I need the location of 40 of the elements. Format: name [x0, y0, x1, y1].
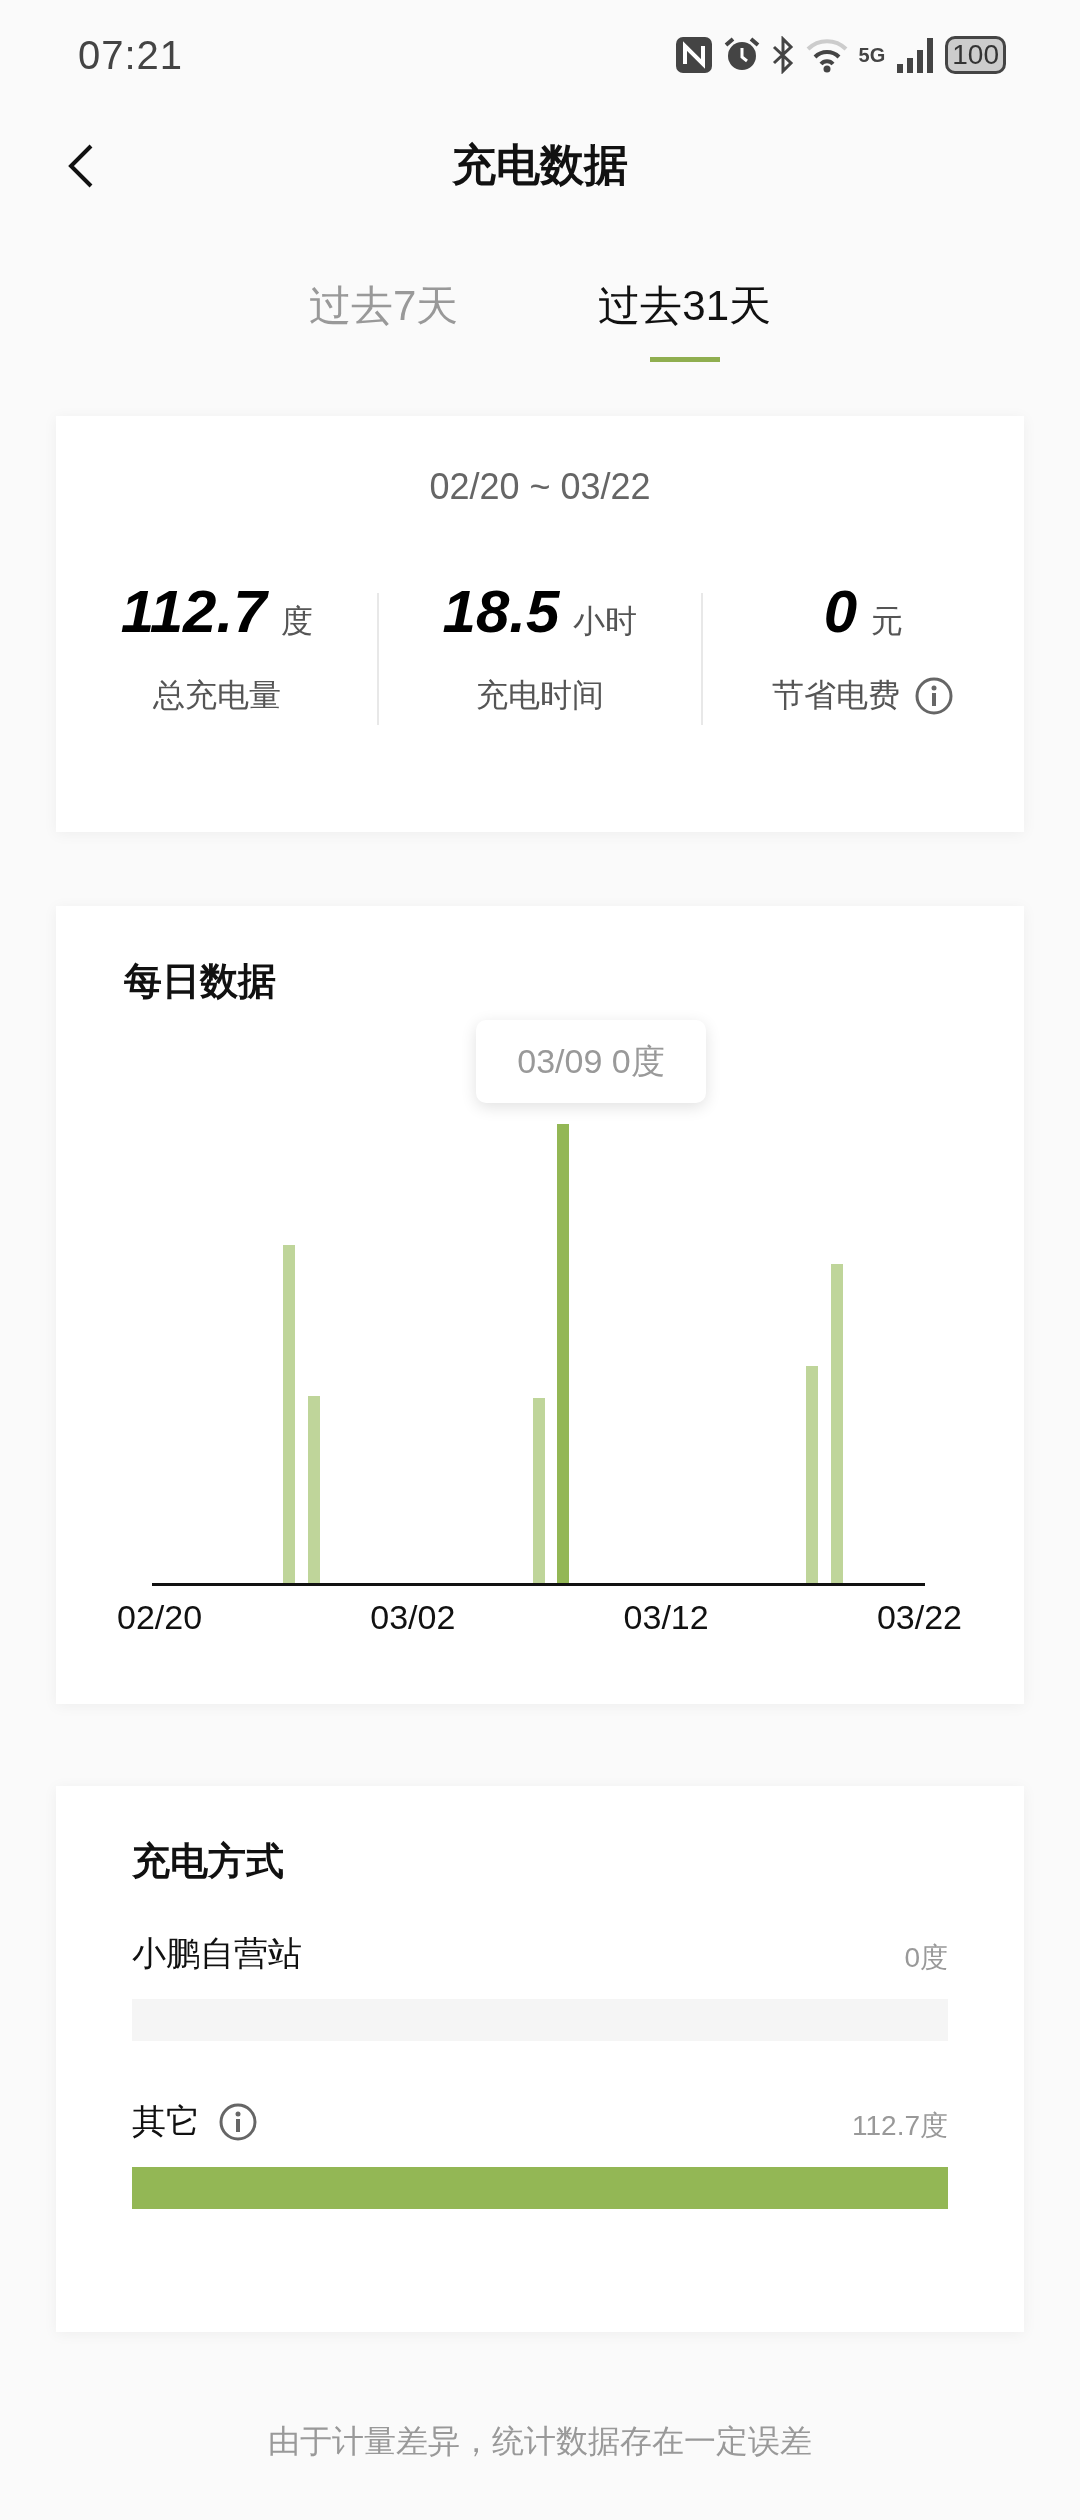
- stat-value: 18.5: [442, 577, 560, 646]
- info-icon[interactable]: [914, 676, 955, 716]
- chart-bar[interactable]: [283, 1245, 295, 1584]
- chart-bar[interactable]: [557, 1124, 569, 1584]
- stat-label: 节省电费: [772, 676, 901, 715]
- axis-label: 03/22: [876, 1598, 962, 1637]
- page-title: 充电数据: [452, 138, 628, 191]
- stat-unit: 元: [871, 602, 903, 641]
- nfc-icon: [674, 36, 713, 74]
- info-icon[interactable]: [218, 2102, 258, 2142]
- date-range: 02/20 ~ 03/22: [429, 466, 651, 508]
- back-icon[interactable]: [66, 143, 94, 189]
- battery-level: 100: [945, 36, 1006, 74]
- wifi-icon: [804, 36, 849, 74]
- chart-bar[interactable]: [831, 1264, 843, 1584]
- signal-icon: [895, 36, 936, 74]
- network-type: 5G: [858, 43, 886, 67]
- axis-label: 02/20: [117, 1598, 203, 1637]
- chart-tooltip: 03/09 0度: [476, 1020, 706, 1103]
- period-tab[interactable]: 过去31天: [598, 274, 772, 388]
- method-reading: 0度: [904, 1941, 948, 1975]
- stat-label: 充电时间: [476, 676, 604, 715]
- method-name: 小鹏自营站: [132, 1933, 302, 1974]
- card-title: 每日数据: [124, 959, 277, 1004]
- stat-value: 0: [823, 577, 857, 646]
- stat-label: 总充电量: [152, 676, 281, 715]
- card-title: 充电方式: [132, 1839, 285, 1884]
- stat-unit: 小时: [573, 602, 638, 641]
- footer-note: 由于计量差异，统计数据存在一定误差: [267, 2422, 813, 2461]
- stat-unit: 度: [280, 602, 313, 641]
- status-time: 07:21: [78, 32, 184, 78]
- axis-label: 03/02: [370, 1598, 456, 1637]
- chart-bar[interactable]: [806, 1366, 818, 1584]
- chart-bar[interactable]: [308, 1396, 320, 1584]
- axis-label: 03/12: [623, 1598, 709, 1637]
- method-reading: 112.7度: [852, 2109, 948, 2143]
- stat-value: 112.7: [120, 577, 267, 646]
- chart-bar[interactable]: [533, 1398, 545, 1584]
- method-name: 其它: [132, 2101, 200, 2142]
- bluetooth-icon: [770, 36, 795, 74]
